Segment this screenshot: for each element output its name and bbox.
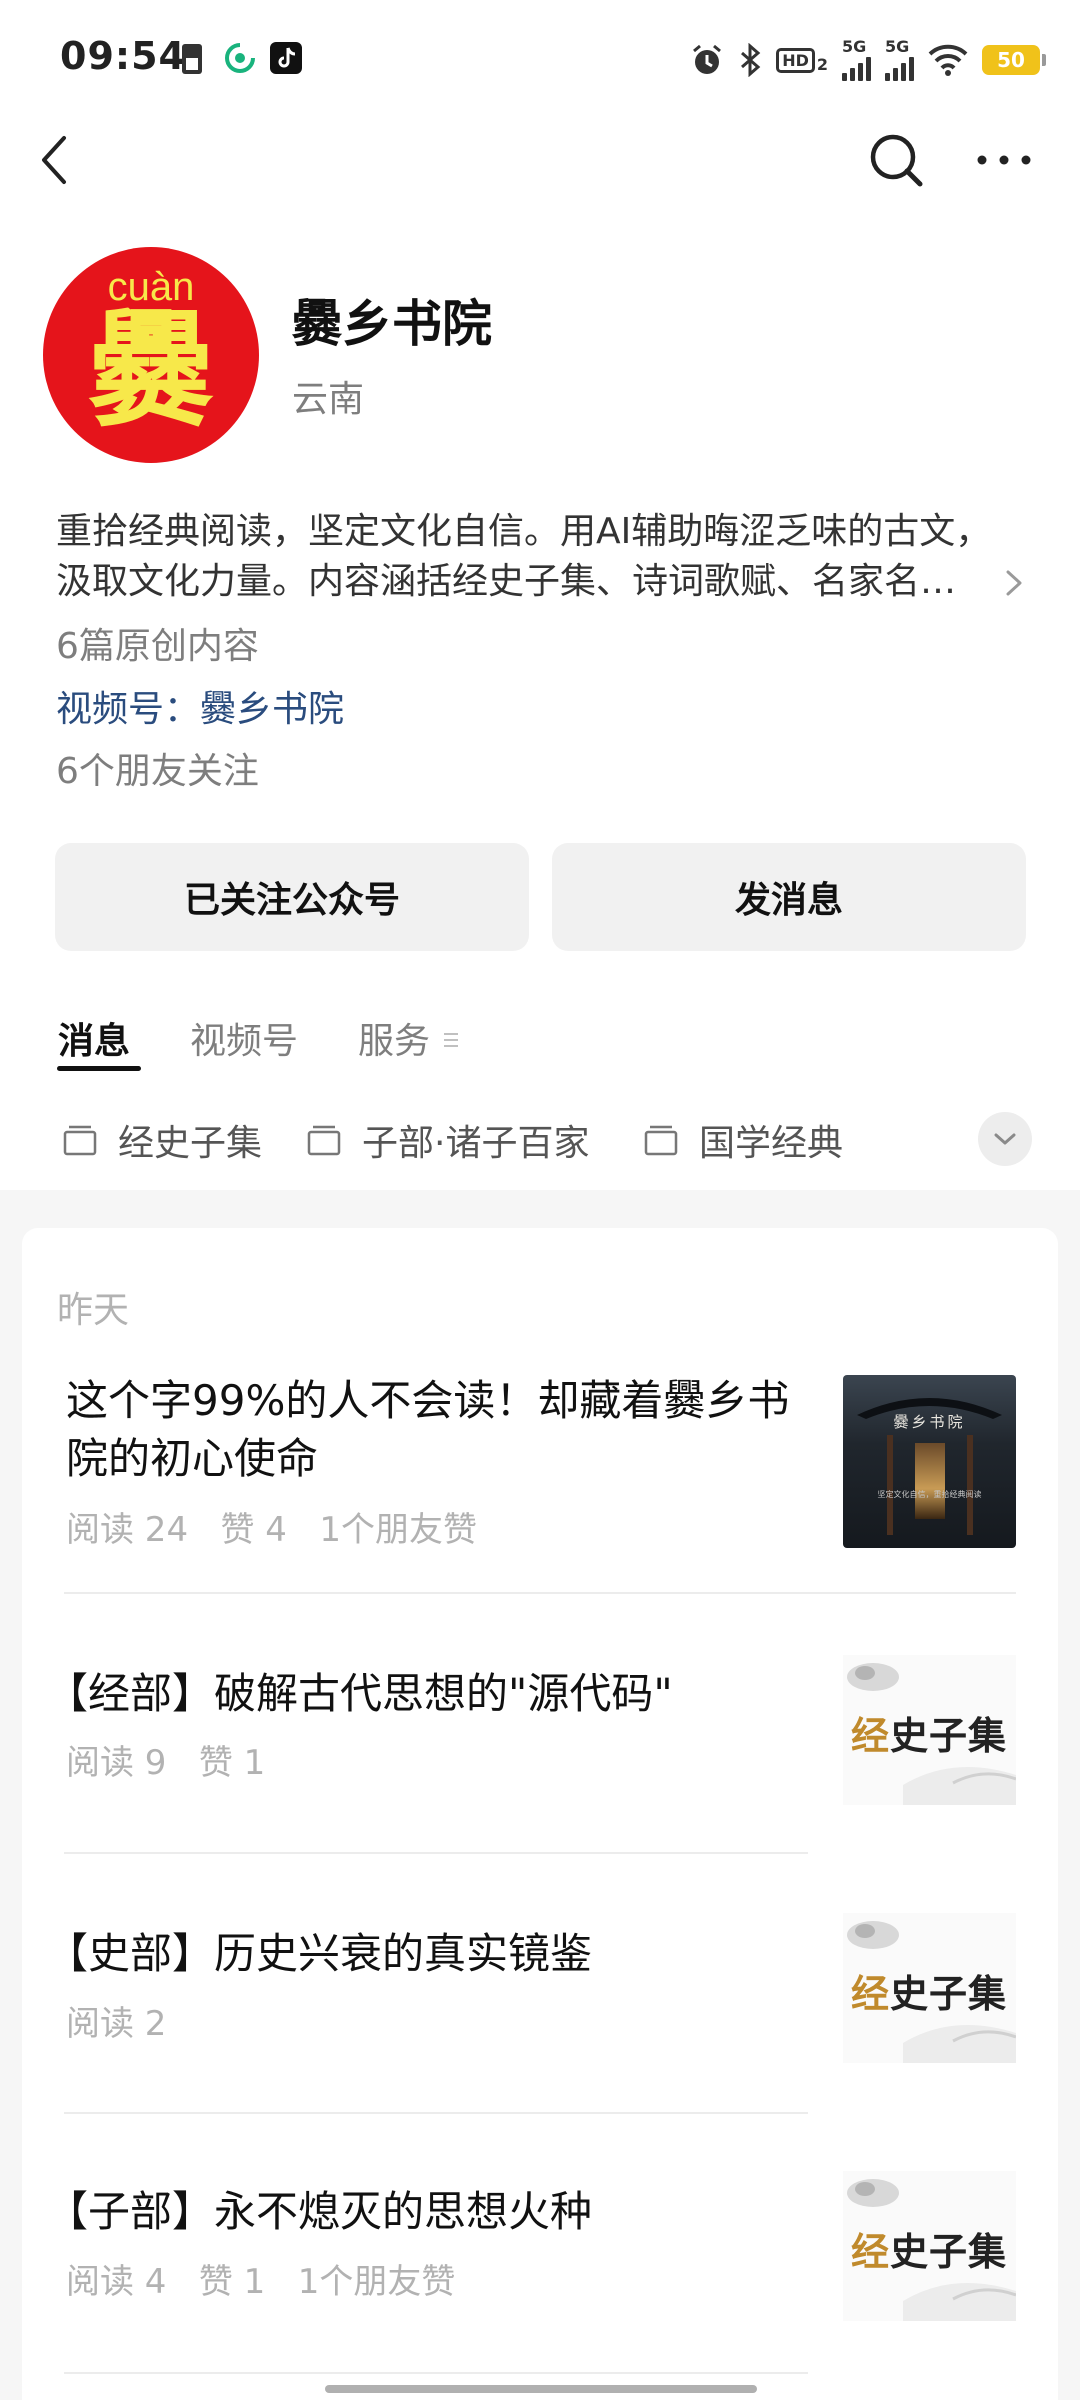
wifi-icon	[928, 44, 968, 76]
article-title-2[interactable]: 【经部】破解古代思想的"源代码"	[46, 1665, 846, 1723]
divider	[64, 1852, 808, 1854]
thumbnail-text-rest: 史子集	[890, 1714, 1008, 1758]
divider	[64, 2112, 808, 2114]
folder-icon	[644, 1125, 678, 1156]
chevron-down-icon	[994, 1133, 1016, 1145]
divider	[64, 1592, 1016, 1594]
tab-messages[interactable]: 消息	[58, 1012, 130, 1064]
expand-collections-button[interactable]	[978, 1112, 1032, 1166]
collection-tag-2[interactable]: 子部·诸子百家	[306, 1113, 589, 1167]
home-indicator[interactable]	[325, 2385, 757, 2393]
status-bar: 09:54 HD 2 5G 5G 50	[0, 0, 1080, 120]
menu-lines-icon	[444, 1033, 458, 1047]
tab-services[interactable]: 服务	[358, 1012, 430, 1064]
thumbnail-text-first: 经	[851, 1972, 891, 2016]
article-thumbnail-2[interactable]: 经史子集	[843, 1655, 1016, 1805]
tab-active-indicator	[57, 1066, 141, 1071]
hd-sub: 2	[816, 54, 828, 74]
article-thumbnail-1[interactable]: 爨乡书院 坚定文化自信，重拾经典阅读	[843, 1375, 1016, 1548]
thumbnail-text: 经史子集	[851, 2221, 1007, 2276]
article-meta-2: 阅读 9 赞 1	[66, 1743, 266, 1783]
collection-tag-1[interactable]: 经史子集	[62, 1113, 262, 1167]
lit-doorway	[915, 1443, 945, 1519]
network-type-1: 5G	[842, 37, 867, 56]
thumbnail-text: 经史子集	[851, 1963, 1007, 2018]
more-options-icon[interactable]	[974, 138, 1034, 182]
friends-follow-count[interactable]: 6个朋友关注	[56, 742, 259, 794]
send-message-button[interactable]: 发消息	[552, 843, 1026, 951]
network-type-2: 5G	[885, 37, 910, 56]
bluetooth-icon	[741, 43, 761, 77]
back-icon[interactable]	[36, 134, 76, 186]
original-content-count[interactable]: 6篇原创内容	[56, 617, 259, 669]
date-label: 昨天	[57, 1290, 130, 1331]
signal-bars-2-icon	[885, 55, 914, 81]
collection-label: 经史子集	[118, 1123, 263, 1164]
account-location: 云南	[292, 379, 365, 420]
signal-2: 5G	[885, 39, 914, 81]
article-meta-4: 阅读 4 赞 1 1个朋友赞	[66, 2262, 456, 2302]
app-notification-icon	[225, 43, 255, 73]
intro-line-1: 重拾经典阅读，坚定文化自信。用AI辅助晦涩乏味的古文，	[56, 511, 992, 552]
nav-bar	[0, 120, 1080, 200]
thumbnail-text-first: 经	[851, 1714, 891, 1758]
collection-tag-3[interactable]: 国学经典	[643, 1113, 843, 1167]
article-title-1[interactable]: 这个字99%的人不会读！却藏着爨乡书院的初心使命	[66, 1372, 826, 1488]
tiktok-icon	[270, 42, 302, 74]
status-indicators: HD 2 5G 5G 50	[690, 36, 1046, 84]
signal-bars-1-icon	[842, 55, 871, 81]
search-icon[interactable]	[866, 130, 926, 190]
channel-link[interactable]: 视频号：爨乡书院	[56, 680, 344, 732]
divider	[64, 2372, 808, 2374]
thumbnail-text-rest: 史子集	[890, 2230, 1008, 2274]
account-avatar[interactable]: cuàn 爨	[43, 247, 259, 463]
battery-indicator: 50	[982, 45, 1046, 75]
intro-line-2: 汲取文化力量。内容涵括经史子集、诗词歌赋、名家名…	[56, 561, 957, 602]
hd-badge: HD	[776, 47, 815, 73]
article-title-3[interactable]: 【史部】历史兴衰的真实镜鉴	[46, 1925, 846, 1983]
folder-icon	[63, 1125, 97, 1156]
status-time: 09:54	[60, 34, 186, 78]
article-meta-1: 阅读 24 赞 4 1个朋友赞	[66, 1510, 477, 1550]
tab-channel[interactable]: 视频号	[190, 1012, 298, 1064]
collection-label: 国学经典	[699, 1123, 844, 1164]
signal-1: 5G	[842, 39, 871, 81]
thumbnail-title: 爨乡书院	[893, 1413, 966, 1431]
thumbnail-subtitle: 坚定文化自信，重拾经典阅读	[877, 1490, 982, 1499]
pillar-left	[887, 1435, 893, 1535]
account-intro[interactable]: 重拾经典阅读，坚定文化自信。用AI辅助晦涩乏味的古文， 汲取文化力量。内容涵括经…	[56, 507, 1026, 607]
thumbnail-text-rest: 史子集	[890, 1972, 1008, 2016]
account-name: 爨乡书院	[292, 295, 492, 353]
alarm-icon	[693, 44, 722, 74]
article-title-4[interactable]: 【子部】永不熄灭的思想火种	[46, 2183, 846, 2241]
sim-card-icon	[182, 44, 202, 74]
avatar-char: 爨	[88, 300, 213, 444]
followed-button[interactable]: 已关注公众号	[55, 843, 529, 951]
thumbnail-text-first: 经	[851, 2230, 891, 2274]
article-thumbnail-3[interactable]: 经史子集	[843, 1913, 1016, 2063]
hd-indicator: HD 2	[776, 47, 828, 74]
thumbnail-text: 经史子集	[851, 1705, 1007, 1760]
chevron-right-icon[interactable]	[1002, 566, 1026, 600]
article-meta-3: 阅读 2	[66, 2004, 167, 2044]
pillar-right	[967, 1435, 973, 1535]
folder-icon	[307, 1125, 341, 1156]
collection-label: 子部·诸子百家	[362, 1123, 590, 1164]
article-thumbnail-4[interactable]: 经史子集	[843, 2171, 1016, 2321]
